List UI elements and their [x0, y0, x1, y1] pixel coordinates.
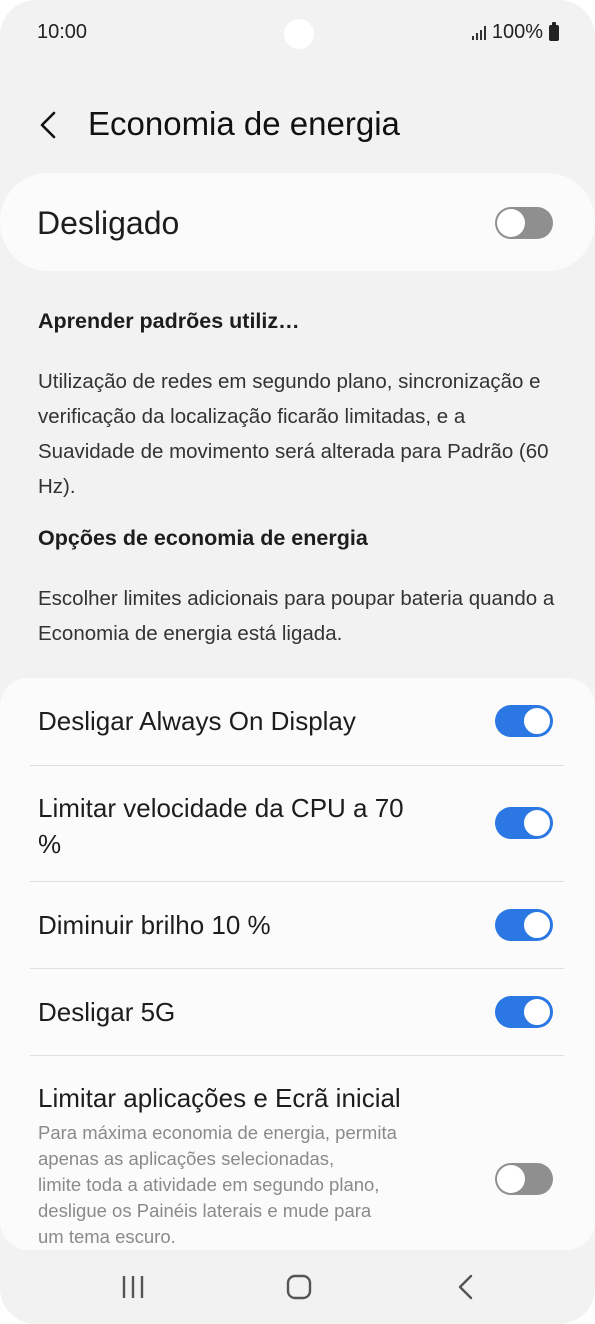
option-5g-toggle[interactable]	[495, 996, 553, 1028]
option-limit-apps-toggle[interactable]	[495, 1163, 553, 1195]
nav-back-button[interactable]	[446, 1270, 486, 1304]
master-switch-label: Desligado	[37, 205, 180, 241]
option-brightness[interactable]: Diminuir brilho 10 %	[0, 882, 595, 968]
option-aod[interactable]: Desligar Always On Display	[0, 678, 595, 764]
option-brightness-label: Diminuir brilho 10 %	[38, 910, 271, 940]
recents-icon	[122, 1276, 144, 1298]
option-5g[interactable]: Desligar 5G	[0, 969, 595, 1055]
recents-button[interactable]	[113, 1270, 153, 1304]
back-button[interactable]	[34, 105, 74, 145]
home-button[interactable]	[279, 1270, 319, 1304]
status-time: 10:00	[37, 21, 88, 43]
navigation-bar	[0, 1250, 595, 1324]
option-aod-label: Desligar Always On Display	[38, 706, 356, 736]
description-line: apenas as aplicações selecionadas,	[38, 1148, 335, 1169]
learn-usage-link[interactable]: Aprender padrões utiliz…	[38, 309, 300, 334]
option-5g-label: Desligar 5G	[38, 997, 176, 1027]
option-cpu-label-line2: %	[38, 829, 62, 859]
page-title: Economia de energia	[88, 105, 400, 142]
master-switch-row[interactable]: Desligado	[0, 173, 595, 271]
battery-icon	[549, 21, 559, 41]
description-line: Para máxima economia de energia, permita	[38, 1122, 397, 1143]
options-description: Escolher limites adicionais para poupar …	[38, 587, 555, 645]
signal-icon	[471, 25, 486, 40]
options-heading: Opções de economia de energia	[38, 526, 368, 550]
master-switch-toggle[interactable]	[495, 207, 553, 239]
home-icon	[286, 1274, 312, 1300]
option-cpu-label-line1: Limitar velocidade da CPU a 70	[38, 793, 404, 823]
option-aod-toggle[interactable]	[495, 705, 553, 737]
front-camera	[284, 19, 314, 49]
options-card: Desligar Always On Display Limitar veloc…	[0, 678, 595, 1250]
description-line: limite toda a atividade em segundo plano…	[38, 1174, 380, 1195]
description-line: desligue os Painéis laterais e mude para	[38, 1200, 372, 1221]
status-indicators: 100%	[471, 21, 559, 44]
power-saving-description: Utilização de redes em segundo plano, si…	[38, 370, 549, 498]
option-cpu-toggle[interactable]	[495, 807, 553, 839]
option-cpu[interactable]: Limitar velocidade da CPU a 70 %	[0, 766, 595, 881]
option-limit-apps-description: Para máxima economia de energia, permita…	[38, 1120, 478, 1250]
chevron-left-icon	[40, 111, 56, 139]
option-limit-apps[interactable]: Limitar aplicações e Ecrã inicial Para m…	[0, 1056, 595, 1250]
back-icon	[458, 1274, 473, 1300]
phone-screen: 10:00 100% Economia de energia Desligado…	[0, 0, 595, 1324]
battery-percent: 100%	[491, 21, 543, 43]
option-brightness-toggle[interactable]	[495, 909, 553, 941]
status-bar: 10:00 100%	[0, 0, 595, 66]
option-limit-apps-label: Limitar aplicações e Ecrã inicial	[38, 1083, 401, 1113]
description-line: um tema escuro.	[38, 1226, 176, 1247]
